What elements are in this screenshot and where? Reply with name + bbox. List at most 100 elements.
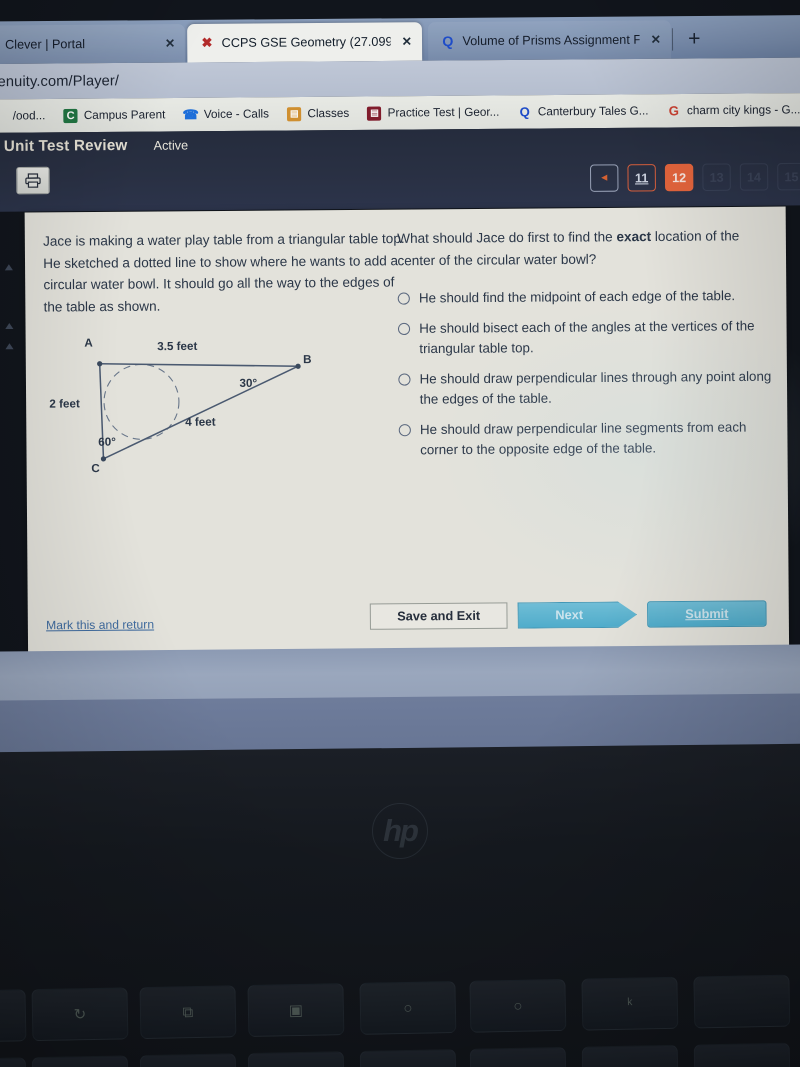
radio-button-icon[interactable] xyxy=(398,423,411,436)
x-mark-icon: ✖ xyxy=(201,34,213,51)
bookmark-label: Practice Test | Geor... xyxy=(387,105,500,120)
new-tab-button[interactable]: + xyxy=(681,27,708,52)
radio-button-icon[interactable] xyxy=(397,322,411,335)
pagination-prev-button[interactable]: ◄ xyxy=(589,164,619,192)
hp-logo: hp xyxy=(372,803,428,859)
vertex-label-C: C xyxy=(91,462,100,476)
close-icon[interactable]: ✕ xyxy=(398,34,412,48)
vertex-dot-A xyxy=(97,361,103,367)
google-voice-icon: ☎ xyxy=(182,106,199,122)
next-button[interactable]: Next xyxy=(518,601,638,628)
quizlet-q-icon: Q xyxy=(519,104,530,120)
answer-choice-a[interactable]: He should find the midpoint of each edge… xyxy=(397,286,775,310)
keyboard-key[interactable] xyxy=(581,1044,679,1067)
campus-parent-icon: C xyxy=(63,108,78,123)
vertex-dot-C xyxy=(100,456,107,462)
angle-label-c: 60° xyxy=(98,436,116,449)
triangle-diagram: A B C 3.5 feet 2 feet 4 feet 30° 60° xyxy=(49,333,357,482)
mark-this-and-return-link[interactable]: Mark this and return xyxy=(46,617,154,632)
bookmark-item-classes[interactable]: ▤ Classes xyxy=(278,106,358,121)
url-text: dgenuity.com/Player/ xyxy=(0,72,120,90)
tab-title: Clever | Portal xyxy=(5,36,86,52)
angle-label-b: 30° xyxy=(239,377,258,390)
vertex-label-A: A xyxy=(84,337,93,350)
keyboard-key-brightness-up[interactable]: ○ xyxy=(469,978,567,1033)
keyboard-key[interactable] xyxy=(247,1051,345,1067)
keyboard-key[interactable] xyxy=(693,974,791,1029)
pagination-page-12-current[interactable]: 12 xyxy=(664,163,694,192)
card-footer: Mark this and return Save and Exit Next … xyxy=(28,600,789,646)
bookmark-label: /ood... xyxy=(12,109,46,123)
keyboard-key[interactable] xyxy=(31,1055,129,1067)
side-label-ab: 3.5 feet xyxy=(157,340,198,354)
question-card: Jace is making a water play table from a… xyxy=(24,206,790,661)
bookmark-item-charm-city-kings[interactable]: G charm city kings - G... xyxy=(658,103,800,118)
page-title: Unit Test Review xyxy=(3,136,128,155)
close-icon[interactable]: ✕ xyxy=(647,32,661,46)
question-passage-column: Jace is making a water play table from a… xyxy=(43,228,416,475)
bookmark-item-practice-test[interactable]: ▤ Practice Test | Geor... xyxy=(358,105,508,121)
pagination: ◄ 11 12 13 14 15 xyxy=(589,162,800,192)
keyboard-key-mute[interactable]: ᵏ xyxy=(581,976,679,1031)
pagination-page-15[interactable]: 15 xyxy=(777,162,800,191)
keyboard-key-window[interactable]: ⧉ xyxy=(139,985,237,1040)
close-icon[interactable]: ✕ xyxy=(161,36,175,50)
pagination-page-11[interactable]: 11 xyxy=(627,164,656,192)
bookmark-item-campus-parent[interactable]: C Campus Parent xyxy=(54,108,174,123)
keyboard-key-refresh[interactable]: ↻ xyxy=(31,987,129,1042)
pagination-page-13[interactable]: 13 xyxy=(702,163,731,191)
answer-choice-list: He should find the midpoint of each edge… xyxy=(397,286,776,461)
keyboard-key[interactable] xyxy=(139,1053,237,1067)
bookmark-label: Campus Parent xyxy=(83,108,166,122)
vertex-label-B: B xyxy=(303,353,312,367)
submit-button[interactable]: Submit xyxy=(647,600,767,628)
bookmark-label: Canterbury Tales G... xyxy=(537,104,649,119)
keyboard-key[interactable] xyxy=(359,1049,457,1067)
question-answers-column: What should Jace do first to find the ex… xyxy=(397,225,775,470)
browser-tab-strip: Clever | Portal ✕ ✖ CCPS GSE Geometry (2… xyxy=(0,15,800,65)
answer-choice-c[interactable]: He should draw perpendicular lines throu… xyxy=(398,366,775,410)
tab-title: Volume of Prisms Assignment F xyxy=(462,32,640,49)
print-button[interactable] xyxy=(16,166,50,195)
answer-choice-label: He should draw perpendicular lines throu… xyxy=(419,368,772,407)
browser-tab-clever[interactable]: Clever | Portal ✕ xyxy=(0,24,186,65)
keyboard-key-brightness-down[interactable]: ○ xyxy=(359,981,457,1035)
practice-test-icon: ▤ xyxy=(367,105,382,121)
vertex-dot-B xyxy=(295,363,301,369)
bookmark-item-canterbury-tales[interactable]: Q Canterbury Tales G... xyxy=(508,104,657,119)
keyboard-key[interactable] xyxy=(469,1046,567,1067)
segment-BC xyxy=(103,365,299,460)
status-badge: Active xyxy=(153,138,189,153)
screen-edge-marker xyxy=(4,264,13,271)
google-g-icon: G xyxy=(668,103,679,119)
screen-edge-marker xyxy=(5,322,14,330)
radio-button-icon[interactable] xyxy=(398,372,411,386)
prompt-text-emphasis: exact xyxy=(616,228,652,245)
browser-tab-volume-of-prisms[interactable]: Q Volume of Prisms Assignment F ✕ xyxy=(427,20,672,61)
pagination-page-14[interactable]: 14 xyxy=(739,163,769,191)
browser-tab-ccps-geometry[interactable]: ✖ CCPS GSE Geometry (27.09910) ✕ xyxy=(187,22,423,63)
bookmark-item[interactable]: /ood... xyxy=(0,109,55,124)
question-prompt: What should Jace do first to find the ex… xyxy=(397,225,774,271)
answer-choice-b[interactable]: He should bisect each of the angles at t… xyxy=(397,315,775,359)
answer-choice-label: He should bisect each of the angles at t… xyxy=(419,317,755,357)
save-and-exit-button[interactable]: Save and Exit xyxy=(369,602,508,630)
keyboard-key[interactable] xyxy=(0,989,27,1044)
radio-button-icon[interactable] xyxy=(397,292,410,305)
bookmark-label: Voice - Calls xyxy=(203,107,270,122)
keyboard-key[interactable] xyxy=(693,1042,791,1067)
laptop-screen: Clever | Portal ✕ ✖ CCPS GSE Geometry (2… xyxy=(0,0,800,708)
bookmark-label: charm city kings - G... xyxy=(686,103,800,118)
tab-title: CCPS GSE Geometry (27.09910) xyxy=(221,34,391,51)
question-passage: Jace is making a water play table from a… xyxy=(43,230,405,315)
answer-choice-label: He should find the midpoint of each edge… xyxy=(418,287,736,306)
keyboard-key-display[interactable]: ▣ xyxy=(247,983,345,1038)
bookmark-item-voice-calls[interactable]: ☎ Voice - Calls xyxy=(174,106,278,122)
keyboard-key[interactable] xyxy=(0,1057,27,1067)
printer-icon xyxy=(25,173,41,188)
side-label-bc: 4 feet xyxy=(185,416,216,429)
side-label-ac: 2 feet xyxy=(49,398,80,411)
app-header: Unit Test Review Active ◄ 11 12 13 14 15 xyxy=(0,126,800,212)
answer-choice-d[interactable]: He should draw perpendicular line segmen… xyxy=(398,417,776,461)
quizlet-q-icon: Q xyxy=(442,33,454,50)
